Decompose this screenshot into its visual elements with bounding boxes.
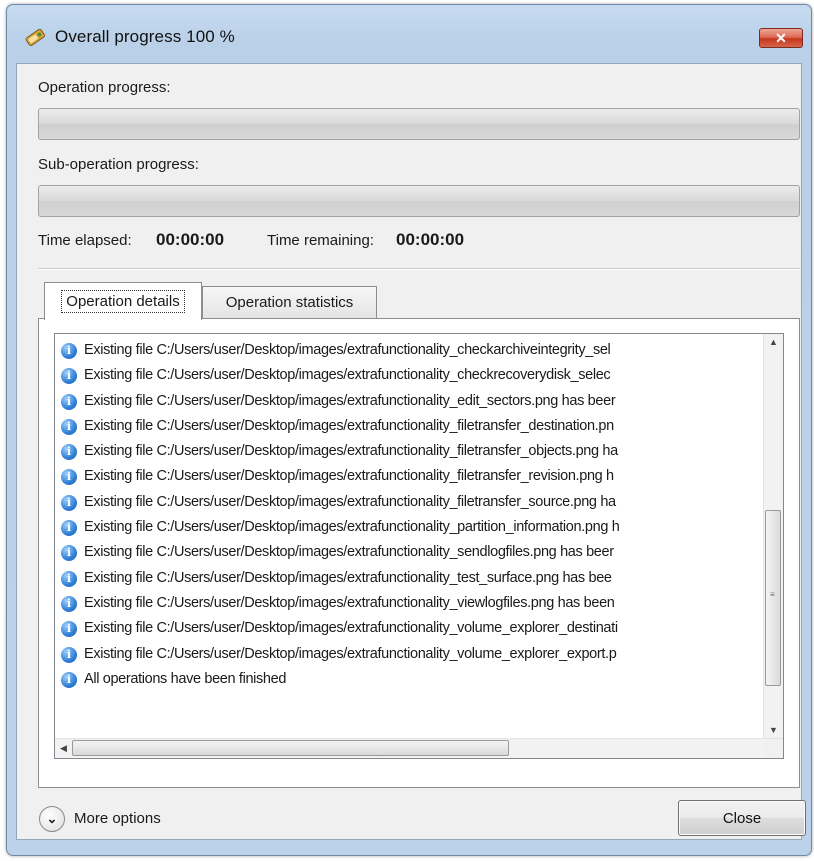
log-line-text: Existing file C:/Users/user/Desktop/imag… — [84, 645, 617, 662]
info-icon: i — [61, 570, 77, 587]
time-elapsed-label: Time elapsed: — [38, 232, 132, 249]
list-item[interactable]: i All operations have been finished — [55, 668, 758, 693]
log-line-text: All operations have been finished — [84, 670, 287, 687]
close-button-label: Close — [722, 809, 762, 827]
list-item[interactable]: i Existing file C:/Users/user/Desktop/ima… — [55, 415, 758, 440]
close-icon: ✕ — [775, 29, 787, 46]
window-close-button[interactable]: ✕ — [759, 28, 803, 48]
tab-label: Operation statistics — [225, 294, 354, 311]
log-line-text: Existing file C:/Users/user/Desktop/imag… — [84, 367, 611, 384]
log-line-text: Existing file C:/Users/user/Desktop/imag… — [84, 443, 618, 460]
app-icon — [25, 28, 45, 46]
dialog-client-area: Operation progress: Sub-operation progre… — [16, 63, 806, 840]
scrollbar-corner — [764, 739, 783, 758]
info-icon: i — [61, 368, 77, 385]
info-icon: i — [61, 545, 77, 562]
time-remaining-label: Time remaining: — [267, 232, 374, 249]
list-item[interactable]: i Existing file C:/Users/user/Desktop/ima… — [55, 491, 758, 516]
operation-progress-label: Operation progress: — [38, 79, 171, 96]
more-options-label[interactable]: More options — [74, 810, 161, 827]
info-icon: i — [61, 343, 77, 359]
more-options-button[interactable]: ⌄ — [39, 806, 65, 832]
info-icon: i — [61, 393, 77, 410]
log-line-text: Existing file C:/Users/user/Desktop/imag… — [84, 544, 614, 561]
info-icon: i — [61, 444, 77, 461]
info-icon: i — [61, 418, 77, 435]
log-line-text: Existing file C:/Users/user/Desktop/imag… — [84, 620, 618, 637]
operation-progress-bar — [38, 108, 800, 140]
vertical-scroll-thumb[interactable]: ≡ — [765, 510, 781, 686]
log-line-text: Existing file C:/Users/user/Desktop/imag… — [84, 493, 616, 510]
sub-operation-progress-bar — [38, 185, 800, 217]
horizontal-scrollbar[interactable]: ◀ ▶ — [55, 738, 783, 758]
close-button[interactable]: Close — [678, 800, 806, 836]
log-line-text: Existing file C:/Users/user/Desktop/imag… — [84, 342, 611, 358]
sub-operation-progress-label: Sub-operation progress: — [38, 156, 199, 173]
log-line-text: Existing file C:/Users/user/Desktop/imag… — [84, 569, 612, 586]
list-item[interactable]: i Existing file C:/Users/user/Desktop/ima… — [55, 364, 758, 389]
progress-dialog-window: Overall progress 100 % ✕ Operation progr… — [6, 4, 812, 856]
list-item[interactable]: i Existing file C:/Users/user/Desktop/ima… — [55, 592, 758, 617]
operation-log-list[interactable]: i Existing file C:/Users/user/Desktop/ima… — [54, 333, 784, 759]
list-item[interactable]: i Existing file C:/Users/user/Desktop/ima… — [55, 567, 758, 592]
tab-operation-details[interactable]: Operation details — [44, 282, 202, 320]
grip-icon: ≡ — [770, 590, 775, 599]
list-item[interactable]: i Existing file C:/Users/user/Desktop/ima… — [55, 390, 758, 415]
info-icon: i — [61, 646, 77, 663]
log-line-text: Existing file C:/Users/user/Desktop/imag… — [84, 417, 614, 434]
tab-operation-statistics[interactable]: Operation statistics — [202, 286, 377, 318]
title-bar: Overall progress 100 % ✕ — [7, 5, 811, 67]
scroll-up-arrow-icon[interactable]: ▲ — [764, 334, 783, 351]
log-line-text: Existing file C:/Users/user/Desktop/imag… — [84, 519, 620, 536]
info-icon: i — [61, 671, 77, 688]
info-icon: i — [61, 494, 77, 511]
time-remaining-value: 00:00:00 — [396, 230, 465, 249]
list-item[interactable]: i Existing file C:/Users/user/Desktop/ima… — [55, 339, 758, 364]
time-elapsed-value: 00:00:00 — [156, 230, 225, 249]
info-icon: i — [61, 469, 77, 486]
separator-line — [38, 268, 800, 270]
horizontal-scroll-thumb[interactable] — [72, 740, 509, 756]
window-title: Overall progress 100 % — [55, 27, 235, 46]
tab-panel-operation-details: i Existing file C:/Users/user/Desktop/ima… — [38, 318, 800, 788]
vertical-scrollbar[interactable]: ▲ ≡ ▼ — [763, 334, 783, 739]
list-item[interactable]: i Existing file C:/Users/user/Desktop/ima… — [55, 465, 758, 490]
chevron-down-icon: ⌄ — [46, 811, 58, 826]
log-line-text: Existing file C:/Users/user/Desktop/imag… — [84, 594, 615, 611]
log-line-text: Existing file C:/Users/user/Desktop/imag… — [84, 468, 614, 485]
scroll-down-arrow-icon[interactable]: ▼ — [764, 722, 783, 739]
list-item[interactable]: i Existing file C:/Users/user/Desktop/ima… — [55, 516, 758, 541]
tab-label: Operation details — [61, 290, 185, 313]
log-lines: i Existing file C:/Users/user/Desktop/ima… — [55, 339, 758, 693]
info-icon: i — [61, 621, 77, 638]
scroll-left-arrow-icon[interactable]: ◀ — [55, 739, 72, 758]
log-line-text: Existing file C:/Users/user/Desktop/imag… — [84, 392, 616, 409]
list-item[interactable]: i Existing file C:/Users/user/Desktop/ima… — [55, 643, 758, 668]
list-item[interactable]: i Existing file C:/Users/user/Desktop/ima… — [55, 440, 758, 465]
list-item[interactable]: i Existing file C:/Users/user/Desktop/ima… — [55, 617, 758, 642]
info-icon: i — [61, 520, 77, 537]
info-icon: i — [61, 595, 77, 612]
list-item[interactable]: i Existing file C:/Users/user/Desktop/ima… — [55, 541, 758, 566]
